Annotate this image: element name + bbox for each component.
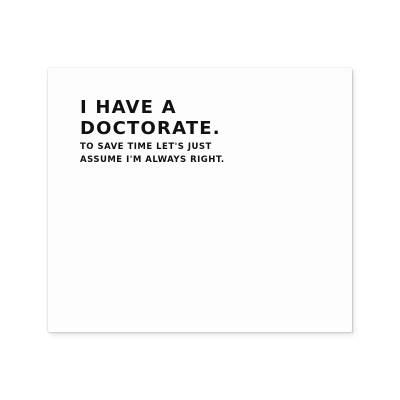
- body-line-1: TO SAVE TIME LET'S JUST: [80, 142, 212, 152]
- headline-line-1: I HAVE A: [80, 97, 177, 118]
- product-image-stage: I HAVE A DOCTORATE. TO SAVE TIME LET'S J…: [0, 0, 400, 400]
- body-line-2: ASSUME I'M ALWAYS RIGHT.: [80, 155, 225, 165]
- card-text: I HAVE A DOCTORATE. TO SAVE TIME LET'S J…: [80, 97, 290, 167]
- headline-line-2: DOCTORATE.: [80, 118, 221, 139]
